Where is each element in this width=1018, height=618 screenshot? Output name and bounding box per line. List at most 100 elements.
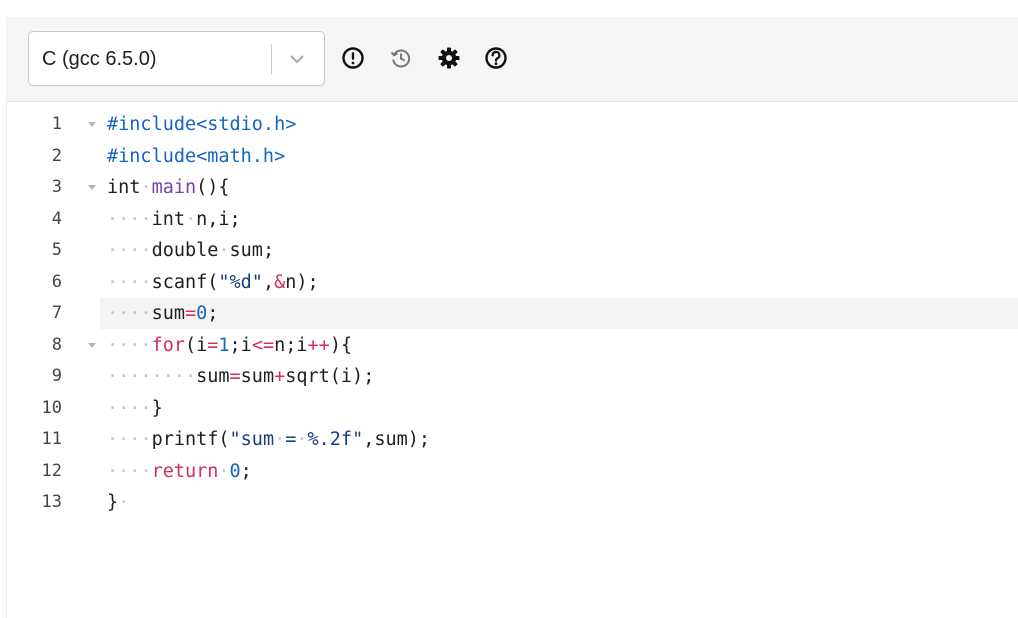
code-token: · <box>218 460 230 482</box>
code-token: n;i <box>274 334 308 356</box>
code-token: "%d" <box>218 271 263 293</box>
code-text: #include<stdio.h> <box>107 109 296 140</box>
language-select-value: C (gcc 6.5.0) <box>42 48 157 70</box>
gutter-cell: 13 <box>7 487 100 518</box>
code-token: , <box>262 271 275 293</box>
code-line[interactable]: 9 ········sum=sum+sqrt(i); <box>7 361 1018 392</box>
code-token: "sum <box>229 429 275 450</box>
code-text: }· <box>107 487 129 518</box>
code-token: sum <box>151 303 185 324</box>
code-token: return <box>151 460 219 482</box>
code-line[interactable]: 12 ····return·0; <box>7 456 1018 487</box>
code-token: ,sum); <box>363 429 431 450</box>
code-token: <= <box>251 334 275 356</box>
gutter-cell: 12 <box>7 456 100 487</box>
code-token: ···· <box>107 397 152 419</box>
line-number: 2 <box>51 145 62 166</box>
code-token: = <box>207 334 219 356</box>
code-line[interactable]: 7 ····sum=0; <box>7 298 1018 329</box>
code-text: ····for(i=1;i<=n;i++){ <box>107 330 352 361</box>
code-token: ···· <box>107 208 152 230</box>
code-token: main <box>151 177 197 198</box>
line-number: 3 <box>51 177 62 197</box>
editor-toolbar: C (gcc 6.5.0) <box>6 17 1018 102</box>
line-number: 4 <box>51 208 62 229</box>
code-token: 0 <box>229 460 241 482</box>
code-token: sum <box>196 366 230 387</box>
gutter-cell: 7 <box>7 298 100 329</box>
line-number: 12 <box>41 460 62 481</box>
code-text: #include<math.h> <box>107 141 285 172</box>
code-token: sum; <box>229 240 275 261</box>
gutter-cell: 10 <box>7 393 100 424</box>
fold-arrow-icon[interactable] <box>87 119 97 129</box>
code-line[interactable]: 3 int·main(){ <box>7 172 1018 203</box>
code-text: ····printf("sum·=·%.2f",sum); <box>107 424 430 455</box>
code-token: ···· <box>107 240 152 261</box>
code-line[interactable]: 10 ····} <box>7 393 1018 424</box>
code-text: ····int·n,i; <box>107 204 241 235</box>
code-token: #include<stdio.h> <box>107 114 297 135</box>
code-token: ···· <box>107 303 152 324</box>
code-text: ····double·sum; <box>107 235 274 266</box>
code-line[interactable]: 13}· <box>7 487 1018 518</box>
code-token: · <box>296 429 308 450</box>
code-token: · <box>118 492 130 513</box>
code-token: ···· <box>107 271 152 293</box>
language-select[interactable]: C (gcc 6.5.0) <box>28 31 325 86</box>
gutter-cell: 6 <box>7 267 100 298</box>
chevron-down-icon[interactable] <box>285 49 309 69</box>
code-token: · <box>140 177 152 198</box>
gutter-cell: 8 <box>7 330 100 361</box>
code-line[interactable]: 8 ····for(i=1;i<=n;i++){ <box>7 330 1018 361</box>
code-token: (i <box>184 334 208 356</box>
code-token: ++ <box>307 334 330 356</box>
gutter-cell: 9 <box>7 361 100 392</box>
code-token: ;i <box>229 334 252 356</box>
gutter-cell: 4 <box>7 204 100 235</box>
code-text: int·main(){ <box>107 172 230 203</box>
code-line[interactable]: 1 #include<stdio.h> <box>7 109 1018 140</box>
code-token: ········ <box>107 366 197 387</box>
line-number: 11 <box>41 429 62 449</box>
info-icon[interactable] <box>340 45 366 71</box>
code-token: } <box>151 397 163 419</box>
code-line[interactable]: 5 ····double·sum; <box>7 235 1018 266</box>
code-token: ···· <box>107 429 152 450</box>
gear-icon[interactable] <box>436 45 462 71</box>
line-number: 9 <box>51 366 62 386</box>
code-token: int <box>151 208 185 230</box>
code-token: (){ <box>196 177 230 198</box>
code-token: sum <box>240 366 275 387</box>
history-icon[interactable] <box>388 45 414 71</box>
code-token: · <box>184 208 197 230</box>
code-token: n,i; <box>196 208 241 230</box>
code-token: = <box>229 366 241 387</box>
code-line[interactable]: 2 #include<math.h> <box>7 141 1018 172</box>
code-token: #include<math.h> <box>107 145 286 167</box>
code-token: · <box>274 429 286 450</box>
line-number: 5 <box>51 240 62 260</box>
fold-arrow-icon[interactable] <box>87 340 97 350</box>
line-number: 10 <box>41 397 62 418</box>
code-editor[interactable]: 1 #include<stdio.h> 2 #include<math.h> 3 int·… <box>6 102 1018 618</box>
code-token: sqrt(i); <box>285 366 375 387</box>
code-line[interactable]: 11 ····printf("sum·=·%.2f",sum); <box>7 424 1018 455</box>
code-token: n); <box>285 271 319 293</box>
code-token: ···· <box>107 334 152 356</box>
help-icon[interactable] <box>483 45 509 71</box>
code-token: ){ <box>329 334 353 356</box>
code-token: 1 <box>218 334 230 356</box>
gutter-cell: 11 <box>7 424 100 455</box>
code-text: ····sum=0; <box>107 298 218 329</box>
code-line[interactable]: 6 ····scanf("%d",&n); <box>7 267 1018 298</box>
code-token: for <box>151 334 185 356</box>
code-text: ········sum=sum+sqrt(i); <box>107 361 374 392</box>
code-token: } <box>107 492 119 513</box>
gutter-cell: 3 <box>7 172 100 203</box>
code-line[interactable]: 4 ····int·n,i; <box>7 204 1018 235</box>
code-token: %.2f" <box>307 429 364 450</box>
fold-arrow-icon[interactable] <box>87 182 97 192</box>
line-number: 1 <box>51 114 62 134</box>
code-token: double <box>151 240 219 261</box>
